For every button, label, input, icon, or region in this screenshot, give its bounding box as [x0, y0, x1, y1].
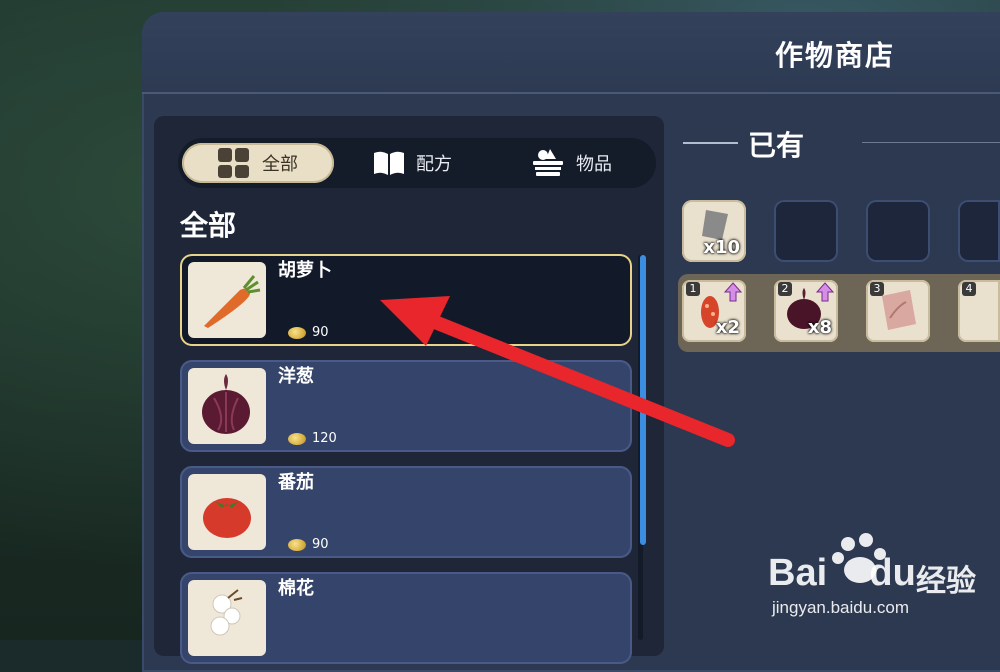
item-name: 胡萝卜 — [278, 260, 332, 281]
slot-number: 1 — [686, 282, 700, 296]
owned-slot[interactable]: x10 — [682, 200, 746, 262]
item-name: 棉花 — [278, 578, 314, 599]
owned-divider — [862, 142, 1000, 143]
item-thumbnail — [188, 474, 266, 550]
owned-title: 已有 — [748, 129, 805, 162]
item-card-onion[interactable]: 洋葱 120 — [180, 360, 632, 452]
slot-number: 4 — [962, 282, 976, 296]
shop-title: 作物商店 — [775, 39, 896, 72]
owned-deco-line — [683, 142, 738, 144]
item-thumbnail — [188, 580, 266, 656]
tab-label: 物品 — [576, 154, 612, 175]
item-price: 90 — [288, 537, 329, 552]
watermark-url: jingyan.baidu.com — [772, 598, 910, 617]
tab-all[interactable]: 全部 — [182, 143, 334, 183]
slot-quantity: x2 — [715, 317, 740, 338]
coin-icon — [288, 432, 306, 445]
price-value: 90 — [312, 325, 329, 340]
item-card-carrot[interactable]: 胡萝卜 90 — [180, 254, 632, 346]
tomato-icon — [203, 498, 251, 538]
bag-slot[interactable]: 2 x8 — [774, 280, 838, 342]
tab-items[interactable]: 物品 — [530, 143, 612, 183]
bag-slot[interactable]: 3 — [866, 280, 930, 342]
item-card-tomato[interactable]: 番茄 90 — [180, 466, 632, 558]
price-value: 120 — [312, 431, 337, 446]
item-thumbnail — [188, 368, 266, 444]
tab-recipes[interactable]: 配方 — [372, 143, 452, 183]
item-thumbnail — [188, 262, 266, 338]
book-icon — [374, 151, 404, 175]
watermark-brand: Bai__du — [768, 552, 916, 594]
scrollbar-thumb[interactable] — [640, 255, 646, 545]
cotton-icon — [210, 589, 243, 636]
item-card-cotton[interactable]: 棉花 — [180, 572, 632, 664]
bag-slot[interactable]: 1 x2 — [682, 280, 746, 342]
price-value: 90 — [312, 537, 329, 552]
tab-label: 全部 — [262, 154, 298, 175]
grid-icon — [218, 148, 252, 178]
bag-slot[interactable]: 4 — [958, 280, 1000, 342]
coin-icon — [288, 326, 306, 339]
slot-quantity: x8 — [807, 317, 832, 338]
slot-quantity: x10 — [703, 237, 740, 258]
owned-slot[interactable] — [958, 200, 1000, 262]
basket-icon — [533, 149, 563, 176]
item-price: 90 — [288, 325, 329, 340]
owned-slot[interactable] — [866, 200, 930, 262]
owned-slot[interactable] — [774, 200, 838, 262]
item-price: 120 — [288, 431, 337, 446]
onion-icon — [202, 374, 250, 434]
upgrade-arrow-icon — [816, 282, 834, 302]
watermark-suffix: 经验 — [916, 564, 976, 599]
section-title: 全部 — [180, 209, 237, 242]
slot-number: 2 — [778, 282, 792, 296]
item-name: 番茄 — [278, 472, 314, 493]
upgrade-arrow-icon — [724, 282, 742, 302]
baidu-watermark: Bai__du 经验 jingyan.baidu.com — [768, 532, 988, 632]
item-name: 洋葱 — [278, 366, 314, 387]
tab-label: 配方 — [416, 154, 452, 175]
carrot-icon — [204, 275, 261, 328]
coin-icon — [288, 538, 306, 551]
slot-number: 3 — [870, 282, 884, 296]
